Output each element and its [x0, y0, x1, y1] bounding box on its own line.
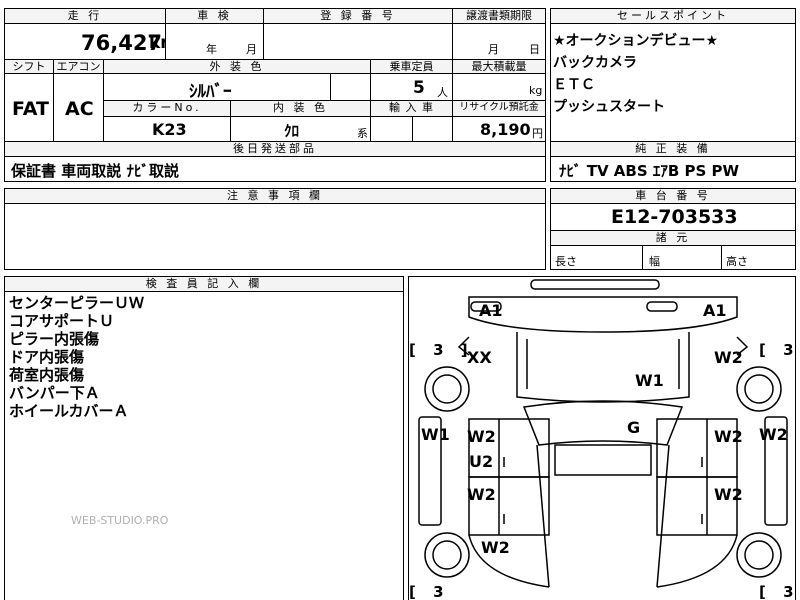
interior-color-header: 内 装 色	[230, 100, 371, 117]
dimensions-header: 諸 元	[550, 230, 796, 246]
damage-mark-w1-roof: W1	[635, 371, 664, 390]
transfer-month-unit: 月	[488, 43, 499, 56]
caution-cell	[4, 203, 546, 270]
damage-mark-w2-top-right: W2	[714, 348, 743, 367]
chassis-no-cell: E12-703533	[550, 203, 796, 231]
caution-header: 注 意 事 項 欄	[4, 188, 546, 204]
damage-mark-w2-right-side: W2	[759, 425, 788, 444]
standard-equipment-cell: ﾅﾋﾞ TV ABS ｴｱB PS PW	[550, 156, 796, 182]
damage-mark-w2-left-door-1: W2	[467, 427, 496, 446]
width-label: 幅	[649, 255, 660, 268]
recycle-value: 8,190	[480, 120, 531, 139]
capacity-header: 乗車定員	[370, 59, 453, 74]
chassis-no-value: E12-703533	[611, 206, 738, 228]
exterior-color-header: 外 装 色	[103, 59, 371, 74]
recycle-unit: 円	[532, 127, 543, 140]
exterior-color-extra	[330, 73, 371, 101]
damage-mark-w2-lower-left: W2	[481, 538, 510, 557]
inspector-note: 荷室内張傷	[9, 366, 85, 384]
inspection-header: 車 検	[165, 8, 264, 24]
interior-suffix: 系	[357, 127, 368, 140]
mileage-header: 走 行	[4, 8, 166, 24]
aircon-header: エアコン	[53, 59, 104, 74]
color-no-header: カラーNo.	[103, 100, 231, 117]
interior-color-cell: ｸﾛ 系	[230, 116, 371, 142]
color-no-cell: K23	[103, 116, 231, 142]
capacity-value: 5	[413, 78, 425, 98]
recycle-cell: 8,190 円	[452, 116, 546, 142]
damage-mark-u2: U2	[469, 452, 494, 471]
damage-mark-w2-left-door-2: W2	[467, 485, 496, 504]
car-diagram: A1 A1 [ 3 ] [ 3 ] XX W2 W1 G W1 W2 W2 W2…	[408, 276, 796, 600]
sales-point-item: ★オークションデビュー★	[553, 33, 719, 49]
panel-count-top-right: [ 3 ]	[759, 341, 795, 359]
shift-value: FAT	[12, 98, 49, 120]
panel-count-top-left: [ 3 ]	[409, 341, 474, 359]
dimension-length-cell: 長さ	[550, 245, 643, 270]
inspector-note: ドア内張傷	[9, 348, 85, 366]
inspector-notes-cell: センターピラーＵＷ コアサポートＵ ピラー内張傷 ドア内張傷 荷室内張傷 バンパ…	[4, 291, 404, 600]
registration-header: 登 録 番 号	[263, 8, 453, 24]
damage-mark-g: G	[627, 418, 641, 437]
inspector-notes-header: 検 査 員 記 入 欄	[4, 276, 404, 292]
capacity-unit: 人	[437, 86, 448, 99]
interior-color-value: ｸﾛ	[284, 122, 300, 140]
damage-mark-xx: XX	[467, 348, 492, 367]
mileage-cell: 76,427 km	[4, 23, 166, 60]
aircon-cell: AC	[53, 73, 104, 142]
mileage-unit: km	[149, 33, 165, 53]
inspection-cell: 年 月	[165, 23, 264, 60]
import-header: 輸 入 車	[370, 100, 453, 117]
later-parts-cell: 保証書 車両取説 ﾅﾋﾞ取説	[4, 156, 546, 182]
sales-point-list: ★オークションデビュー★ バックカメラ ＥＴＣ プッシュスタート	[550, 23, 796, 142]
registration-cell	[263, 23, 453, 60]
chassis-no-header: 車 台 番 号	[550, 188, 796, 204]
inspector-note: ピラー内張傷	[9, 330, 100, 348]
damage-mark-w2-right-door-1: W2	[714, 427, 743, 446]
import-cell-b	[412, 116, 453, 142]
exterior-color-cell: ｼﾙﾊﾞｰ	[103, 73, 331, 101]
damage-mark-w1-left-side: W1	[421, 425, 450, 444]
inspector-note: センターピラーＵＷ	[9, 294, 145, 312]
exterior-color-value: ｼﾙﾊﾞｰ	[189, 82, 232, 101]
inspector-note: バンパー下Ａ	[9, 384, 100, 402]
length-label: 長さ	[555, 255, 577, 268]
inspector-note: コアサポートＵ	[9, 312, 115, 330]
panel-count-bottom-right: [ 3	[759, 583, 796, 600]
shift-header: シフト	[4, 59, 54, 74]
sales-point-item: ＥＴＣ	[553, 77, 595, 93]
transfer-deadline-header: 譲渡書類期限	[452, 8, 546, 24]
standard-equipment-value: ﾅﾋﾞ TV ABS ｴｱB PS PW	[559, 162, 740, 180]
recycle-header: リサイクル預託金	[452, 100, 546, 117]
watermark: WEB-STUDIO.PRO	[71, 514, 169, 527]
damage-mark-w2-right-door-2: W2	[714, 485, 743, 504]
transfer-day-unit: 日	[529, 43, 540, 56]
max-load-unit: kg	[529, 84, 543, 97]
aircon-value: AC	[65, 98, 94, 120]
panel-count-bottom-left: [ 3	[409, 583, 450, 600]
sales-point-header: セールスポイント	[550, 8, 796, 24]
transfer-deadline-cell: 月 日	[452, 23, 546, 60]
shift-cell: FAT	[4, 73, 54, 142]
inspector-note: ホイールカバーＡ	[9, 402, 129, 420]
capacity-cell: 5 人	[370, 73, 453, 101]
standard-equipment-header: 純 正 装 備	[550, 141, 796, 157]
sales-point-item: プッシュスタート	[553, 99, 665, 115]
height-label: 高さ	[726, 255, 748, 268]
import-cell-a	[370, 116, 413, 142]
max-load-header: 最大積載量	[452, 59, 546, 74]
inspection-year-unit: 年	[206, 43, 217, 56]
damage-mark-a1-right: A1	[703, 301, 727, 320]
later-parts-value: 保証書 車両取説 ﾅﾋﾞ取説	[11, 162, 179, 180]
inspection-month-unit: 月	[246, 43, 257, 56]
dimension-height-cell: 高さ	[721, 245, 796, 270]
later-parts-header: 後日発送部品	[4, 141, 546, 157]
max-load-cell: kg	[452, 73, 546, 101]
color-no-value: K23	[152, 120, 187, 139]
sales-point-item: バックカメラ	[553, 55, 637, 71]
dimension-width-cell: 幅	[642, 245, 722, 270]
damage-mark-a1-left: A1	[479, 301, 503, 320]
